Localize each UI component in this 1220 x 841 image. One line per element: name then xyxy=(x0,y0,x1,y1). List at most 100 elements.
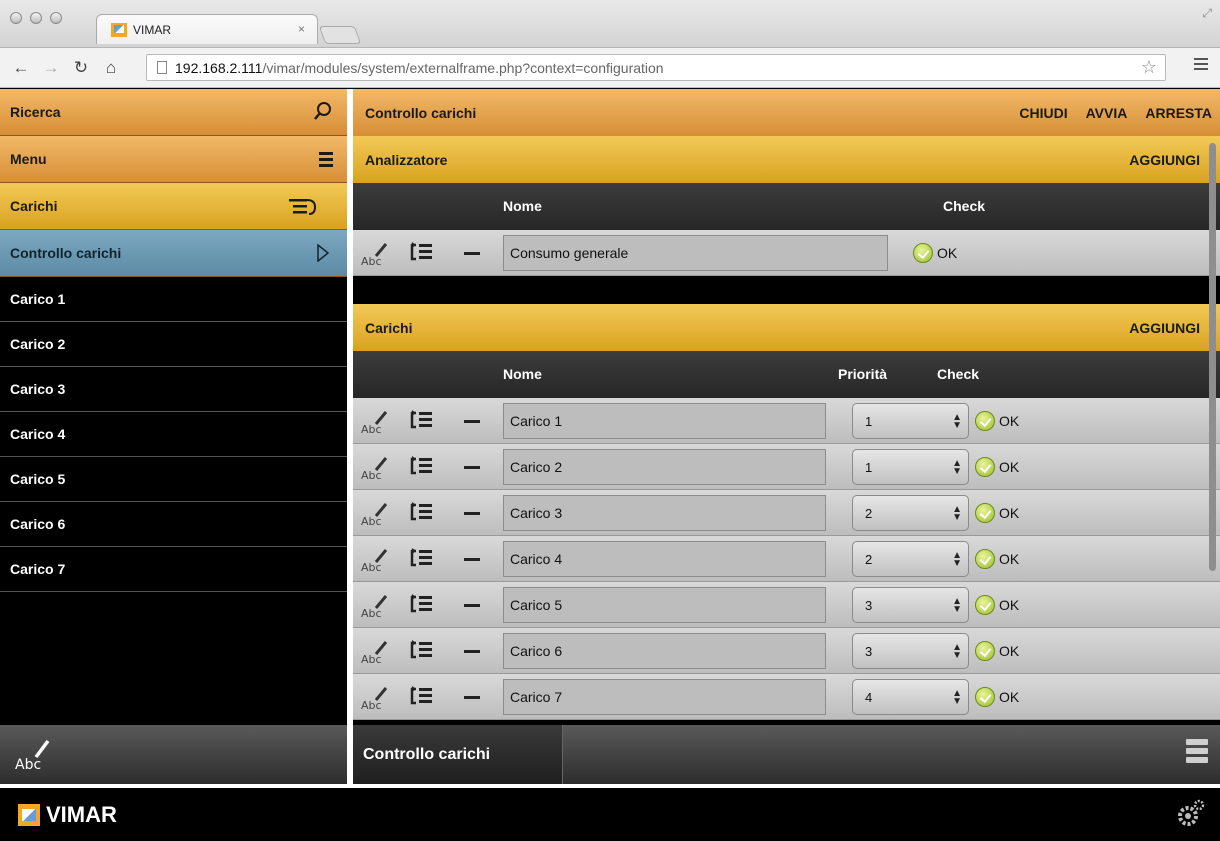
browser-menu-icon[interactable] xyxy=(1194,58,1208,72)
check-status: OK xyxy=(975,457,1019,477)
analyzer-title: Analizzatore xyxy=(365,151,448,168)
scrollbar[interactable] xyxy=(1209,143,1216,571)
browser-tab[interactable]: VIMAR × xyxy=(96,14,318,44)
list-menu-icon[interactable] xyxy=(1186,739,1208,769)
fullscreen-icon[interactable]: ⤢ xyxy=(1202,6,1212,21)
priority-select[interactable]: 2 ▲ ▼ xyxy=(852,495,969,531)
priority-select[interactable]: 3 ▲ ▼ xyxy=(852,633,969,669)
search-row[interactable]: Ricerca xyxy=(0,89,347,136)
home-icon[interactable]: ⌂ xyxy=(102,58,120,78)
zoom-window-button[interactable] xyxy=(50,12,62,24)
start-button[interactable]: AVVIA xyxy=(1086,105,1128,121)
select-arrows-icon: ▲ ▼ xyxy=(952,504,962,523)
tab-title: VIMAR xyxy=(133,22,172,37)
reassign-icon[interactable] xyxy=(409,501,433,523)
minimize-window-button[interactable] xyxy=(30,12,42,24)
brand-name: VIMAR xyxy=(46,802,117,827)
close-button[interactable]: CHIUDI xyxy=(1019,105,1067,121)
search-icon[interactable] xyxy=(313,101,333,121)
load-name-field[interactable]: Carico 6 xyxy=(503,633,826,669)
load-name-field[interactable]: Carico 2 xyxy=(503,449,826,485)
loads-add-button[interactable]: AGGIUNGI xyxy=(1129,320,1200,336)
load-name-field[interactable]: Carico 5 xyxy=(503,587,826,623)
ok-check-icon xyxy=(975,503,995,523)
sidebar-item-carico-4[interactable]: Carico 4 xyxy=(0,412,347,457)
reassign-icon[interactable] xyxy=(409,409,433,431)
priority-select[interactable]: 4 ▲ ▼ xyxy=(852,679,969,715)
rename-abc-icon[interactable]: Abc xyxy=(361,637,389,665)
address-bar[interactable]: 192.168.2.111/vimar/modules/system/exter… xyxy=(146,54,1166,81)
priority-value: 3 xyxy=(865,643,873,659)
rename-abc-icon[interactable]: Abc xyxy=(14,735,54,775)
sidebar-item-carico-3[interactable]: Carico 3 xyxy=(0,367,347,412)
ok-check-icon xyxy=(975,411,995,431)
reload-icon[interactable]: ↻ xyxy=(72,58,90,78)
reassign-icon[interactable] xyxy=(409,685,433,707)
sidebar-item-carico-1[interactable]: Carico 1 xyxy=(0,277,347,322)
remove-icon[interactable] xyxy=(464,420,480,423)
sidebar-item-label: Carico 1 xyxy=(10,291,66,307)
menu-row[interactable]: Menu xyxy=(0,136,347,183)
remove-icon[interactable] xyxy=(464,696,480,699)
priority-value: 1 xyxy=(865,459,873,475)
priority-select[interactable]: 1 ▲ ▼ xyxy=(852,449,969,485)
load-name-field[interactable]: Carico 1 xyxy=(503,403,826,439)
rename-abc-icon[interactable]: Abc xyxy=(361,499,389,527)
svg-text:Abc: Abc xyxy=(361,607,382,619)
sidebar-item-carico-2[interactable]: Carico 2 xyxy=(0,322,347,367)
priority-select[interactable]: 1 ▲ ▼ xyxy=(852,403,969,439)
settings-gears-icon[interactable] xyxy=(1176,798,1206,828)
load-name-field[interactable]: Carico 3 xyxy=(503,495,826,531)
load-name-field[interactable]: Carico 7 xyxy=(503,679,826,715)
reassign-icon[interactable] xyxy=(409,639,433,661)
back-arrow-icon[interactable]: ← xyxy=(12,58,30,78)
reassign-icon[interactable] xyxy=(409,593,433,615)
check-label: OK xyxy=(999,413,1020,429)
footer-tab-controllo-carichi[interactable]: Controllo carichi xyxy=(353,725,563,784)
rename-abc-icon[interactable]: Abc xyxy=(361,407,389,435)
load-name-field[interactable]: Carico 4 xyxy=(503,541,826,577)
carichi-section-row[interactable]: Carichi xyxy=(0,183,347,230)
rename-abc-icon[interactable]: Abc xyxy=(361,545,389,573)
sidebar: Ricerca Menu Carichi Controllo carichi C… xyxy=(0,89,347,784)
bookmark-star-icon[interactable]: ☆ xyxy=(1141,57,1157,78)
sidebar-item-carico-6[interactable]: Carico 6 xyxy=(0,502,347,547)
check-status: OK xyxy=(975,411,1019,431)
url-host: 192.168.2.111 xyxy=(175,59,263,76)
rename-abc-icon[interactable]: Abc xyxy=(361,683,389,711)
new-tab-button[interactable] xyxy=(318,26,362,44)
remove-icon[interactable] xyxy=(464,650,480,653)
tab-close-icon[interactable]: × xyxy=(298,22,305,36)
analyzer-name-field[interactable]: Consumo generale xyxy=(503,235,888,271)
menu-lines-icon[interactable] xyxy=(319,151,333,169)
close-window-button[interactable] xyxy=(10,12,22,24)
reassign-icon[interactable] xyxy=(409,241,433,263)
stop-button[interactable]: ARRESTA xyxy=(1145,105,1212,121)
rename-abc-icon[interactable]: Abc xyxy=(361,453,389,481)
priority-value: 2 xyxy=(865,505,873,521)
remove-icon[interactable] xyxy=(464,558,480,561)
loads-header: Carichi AGGIUNGI xyxy=(353,304,1220,351)
check-label: OK xyxy=(937,245,958,261)
reassign-icon[interactable] xyxy=(409,547,433,569)
ok-check-icon xyxy=(975,687,995,707)
forward-arrow-icon[interactable]: → xyxy=(42,58,60,78)
priority-select[interactable]: 2 ▲ ▼ xyxy=(852,541,969,577)
ok-check-icon xyxy=(913,243,933,263)
analyzer-add-button[interactable]: AGGIUNGI xyxy=(1129,152,1200,168)
list-arrow-icon[interactable] xyxy=(289,197,317,217)
priority-value: 3 xyxy=(865,597,873,613)
sidebar-item-controllo-carichi[interactable]: Controllo carichi xyxy=(0,230,347,277)
rename-abc-icon[interactable]: Abc xyxy=(361,591,389,619)
remove-icon[interactable] xyxy=(464,252,480,255)
sidebar-item-carico-5[interactable]: Carico 5 xyxy=(0,457,347,502)
remove-icon[interactable] xyxy=(464,604,480,607)
sidebar-item-carico-7[interactable]: Carico 7 xyxy=(0,547,347,592)
remove-icon[interactable] xyxy=(464,466,480,469)
priority-select[interactable]: 3 ▲ ▼ xyxy=(852,587,969,623)
search-label: Ricerca xyxy=(10,104,61,120)
reassign-icon[interactable] xyxy=(409,455,433,477)
check-status: OK xyxy=(913,243,957,263)
rename-abc-icon[interactable]: Abc xyxy=(361,239,389,267)
remove-icon[interactable] xyxy=(464,512,480,515)
